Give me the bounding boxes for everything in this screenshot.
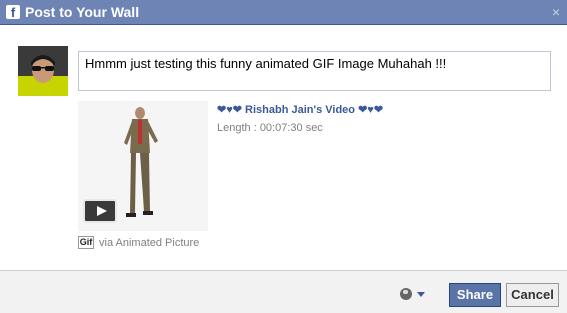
- video-title-link[interactable]: ❤♥❤ Rishabh Jain's Video ❤♥❤: [217, 103, 383, 117]
- globe-icon: [400, 288, 412, 300]
- share-button[interactable]: Share: [449, 283, 501, 307]
- avatar: [18, 46, 68, 96]
- message-input[interactable]: Hmmm just testing this funny animated GI…: [78, 51, 551, 91]
- post-to-wall-dialog: f Post to Your Wall × Hmmm just testing …: [0, 0, 567, 313]
- gif-source-icon: Gif: [78, 236, 94, 249]
- video-length: Length : 00:07:30 sec: [217, 122, 323, 134]
- via-attribution: via Animated Picture: [99, 237, 200, 249]
- video-thumbnail[interactable]: [78, 101, 208, 231]
- dialog-title: Post to Your Wall: [25, 4, 140, 20]
- cancel-button[interactable]: Cancel: [506, 283, 559, 307]
- dialog-titlebar: f Post to Your Wall ×: [0, 0, 567, 25]
- avatar-image: [18, 46, 68, 96]
- facebook-logo-icon: f: [6, 5, 20, 20]
- close-icon[interactable]: ×: [552, 4, 560, 20]
- dialog-footer: Share Cancel: [0, 270, 567, 313]
- privacy-selector[interactable]: [400, 288, 430, 302]
- chevron-down-icon: [417, 292, 425, 297]
- play-icon[interactable]: [83, 199, 117, 223]
